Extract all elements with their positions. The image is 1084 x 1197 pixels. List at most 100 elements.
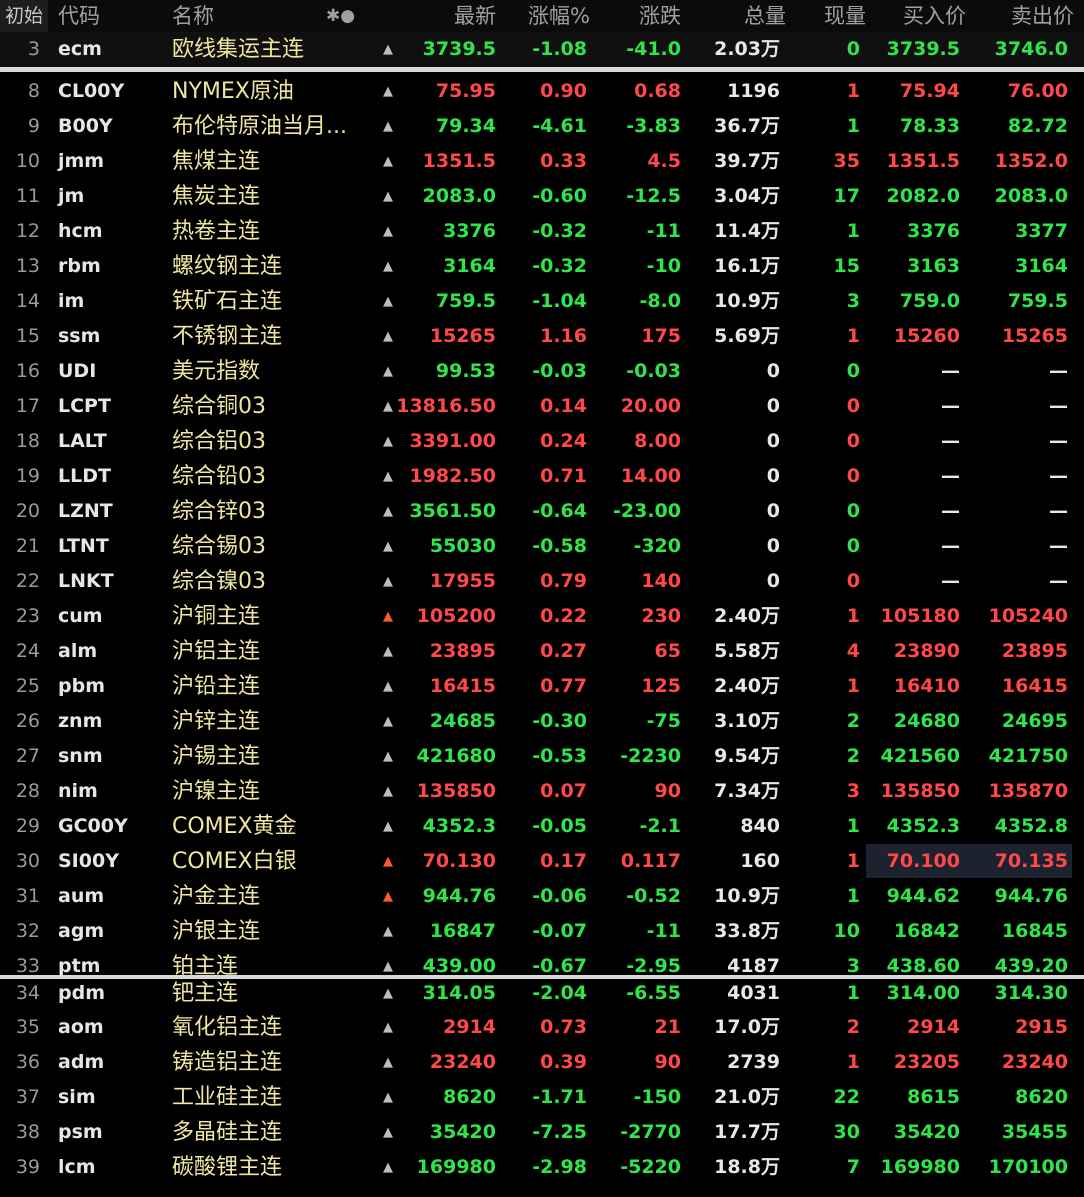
table-row[interactable]: 25 pbm 沪铅主连 ▲ 16415 0.77 125 2.40万 1 16410 16415 [0, 669, 1084, 704]
bell-icon[interactable]: ▲ [378, 249, 398, 284]
table-row[interactable]: 23 cum 沪铜主连 ▲ 105200 0.22 230 2.40万 1 105180 10524… [0, 599, 1084, 634]
table-row[interactable]: 3 ecm 欧线集运主连 ▲ 3739.5 -1.08 -41.0 2.03万 0 3739.5 3… [0, 32, 1084, 67]
table-row[interactable]: 12 hcm 热卷主连 ▲ 3376 -0.32 -11 11.4万 1 3376 3377 [0, 214, 1084, 249]
table-row[interactable]: 31 aum 沪金主连 ▲ 944.76 -0.06 -0.52 10.9万 1 944.62 94… [0, 879, 1084, 914]
table-row[interactable]: 22 LNKT 综合镍03 ▲ 17955 0.79 140 0 0 — — [0, 564, 1084, 599]
bell-icon[interactable]: ▲ [378, 914, 398, 949]
bell-icon[interactable]: ▲ [378, 284, 398, 319]
bell-icon[interactable]: ▲ [378, 1045, 398, 1080]
bid-price: 169980 [880, 1156, 960, 1178]
col-code[interactable]: 代码 [58, 0, 100, 32]
total-volume: 0 [766, 430, 780, 452]
ask-price: 170100 [988, 1156, 1068, 1178]
bell-icon[interactable]: ▲ [378, 1115, 398, 1150]
bell-icon[interactable]: ▲ [378, 144, 398, 179]
table-row[interactable]: 34 pdm 钯主连 ▲ 314.05 -2.04 -6.55 4031 1 314.00 314.… [0, 976, 1084, 1011]
col-vol[interactable]: 总量 [744, 0, 786, 32]
bell-icon[interactable]: ▲ [378, 459, 398, 494]
current-volume: 1 [846, 850, 860, 872]
last-price: 105200 [416, 605, 496, 627]
col-chg[interactable]: 涨跌 [639, 0, 681, 32]
change-percent: -0.05 [532, 815, 587, 837]
bid-price: 23890 [893, 640, 960, 662]
col-pct[interactable]: 涨幅% [528, 0, 590, 32]
table-row[interactable]: 32 agm 沪银主连 ▲ 16847 -0.07 -11 33.8万 10 16842 16845 [0, 914, 1084, 949]
bid-price: 944.62 [886, 885, 960, 907]
bell-icon[interactable]: ▲ [378, 809, 398, 844]
bell-icon[interactable]: ▲ [378, 1150, 398, 1185]
col-bid[interactable]: 买入价 [903, 0, 966, 32]
table-row[interactable]: 10 jmm 焦煤主连 ▲ 1351.5 0.33 4.5 39.7万 35 1351.5 1352… [0, 144, 1084, 179]
table-row[interactable]: 16 UDI 美元指数 ▲ 99.53 -0.03 -0.03 0 0 — — [0, 354, 1084, 389]
table-row[interactable]: 13 rbm 螺纹钢主连 ▲ 3164 -0.32 -10 16.1万 15 3163 3164 [0, 249, 1084, 284]
bell-icon[interactable]: ▲ [378, 319, 398, 354]
bid-price: 78.33 [899, 115, 960, 137]
bid-price: — [941, 570, 960, 592]
table-row[interactable]: 21 LTNT 综合锡03 ▲ 55030 -0.58 -320 0 0 — — [0, 529, 1084, 564]
bid-price: 16410 [893, 675, 960, 697]
change-percent: -0.64 [532, 500, 587, 522]
symbol-code: cum [58, 605, 103, 627]
bell-icon[interactable]: ▲ [378, 494, 398, 529]
table-row[interactable]: 18 LALT 综合铝03 ▲ 3391.00 0.24 8.00 0 0 — — [0, 424, 1084, 459]
current-volume: 1 [846, 115, 860, 137]
bell-icon[interactable]: ▲ [378, 976, 398, 1011]
table-row[interactable]: 36 adm 铸造铝主连 ▲ 23240 0.39 90 2739 1 23205 23240 [0, 1045, 1084, 1080]
table-row[interactable]: 28 nim 沪镍主连 ▲ 135850 0.07 90 7.34万 3 135850 135870 [0, 774, 1084, 809]
col-last[interactable]: 最新 [454, 0, 496, 32]
table-row[interactable]: 8 CL00Y NYMEX原油 ▲ 75.95 0.90 0.68 1196 1 75.94 76.… [0, 74, 1084, 109]
bell-icon[interactable]: ▲ [378, 214, 398, 249]
bid-price: — [941, 360, 960, 382]
bell-icon[interactable]: ▲ [378, 32, 398, 67]
table-row[interactable]: 14 im 铁矿石主连 ▲ 759.5 -1.04 -8.0 10.9万 3 759.0 759.5 [0, 284, 1084, 319]
bell-active-icon[interactable]: ▲ [378, 599, 398, 634]
col-extra-icon[interactable]: ✱● [326, 0, 355, 32]
bell-icon[interactable]: ▲ [378, 774, 398, 809]
bell-icon[interactable]: ▲ [378, 529, 398, 564]
bell-icon[interactable]: ▲ [378, 1080, 398, 1115]
current-volume: 1 [846, 220, 860, 242]
bell-icon[interactable]: ▲ [378, 424, 398, 459]
table-row[interactable]: 37 sim 工业硅主连 ▲ 8620 -1.71 -150 21.0万 22 8615 8620 [0, 1080, 1084, 1115]
col-name[interactable]: 名称 [172, 0, 214, 32]
bell-icon[interactable]: ▲ [378, 389, 398, 424]
bid-price: — [941, 500, 960, 522]
bell-icon[interactable]: ▲ [378, 74, 398, 109]
table-row[interactable]: 38 psm 多晶硅主连 ▲ 35420 -7.25 -2770 17.7万 30 35420 35… [0, 1115, 1084, 1150]
table-row[interactable]: 15 ssm 不锈钢主连 ▲ 15265 1.16 175 5.69万 1 15260 15265 [0, 319, 1084, 354]
bell-icon[interactable]: ▲ [378, 354, 398, 389]
bell-icon[interactable]: ▲ [378, 564, 398, 599]
contract-name: 热卷主连 [172, 219, 261, 244]
table-row[interactable]: 19 LLDT 综合铅03 ▲ 1982.50 0.71 14.00 0 0 — — [0, 459, 1084, 494]
change-value: 125 [641, 675, 681, 697]
bell-icon[interactable]: ▲ [378, 179, 398, 214]
table-row[interactable]: 29 GC00Y COMEX黄金 ▲ 4352.3 -0.05 -2.1 840 1 4352.3… [0, 809, 1084, 844]
table-row[interactable]: 27 snm 沪锡主连 ▲ 421680 -0.53 -2230 9.54万 2 421560 42… [0, 739, 1084, 774]
bid-price: 759.0 [899, 290, 960, 312]
table-row[interactable]: 20 LZNT 综合锌03 ▲ 3561.50 -0.64 -23.00 0 0 — — [0, 494, 1084, 529]
bell-icon[interactable]: ▲ [378, 1010, 398, 1045]
table-row[interactable]: 26 znm 沪锌主连 ▲ 24685 -0.30 -75 3.10万 2 24680 24695 [0, 704, 1084, 739]
bell-icon[interactable]: ▲ [378, 109, 398, 144]
ask-price: 35455 [1001, 1121, 1068, 1143]
table-row[interactable]: 9 B00Y 布伦特原油当月... ▲ 79.34 -4.61 -3.83 36.7万 1 78.… [0, 109, 1084, 144]
bid-price: 2914 [907, 1016, 960, 1038]
bell-active-icon[interactable]: ▲ [378, 844, 398, 879]
table-row[interactable]: 30 SI00Y COMEX白银 ▲ 70.130 0.17 0.117 160 1 70.100… [0, 844, 1084, 879]
bell-icon[interactable]: ▲ [378, 669, 398, 704]
total-volume: 10.9万 [714, 290, 780, 312]
table-row[interactable]: 24 alm 沪铝主连 ▲ 23895 0.27 65 5.58万 4 23890 23895 [0, 634, 1084, 669]
init-button[interactable]: 初始 [0, 0, 48, 32]
bell-icon[interactable]: ▲ [378, 704, 398, 739]
table-row[interactable]: 35 aom 氧化铝主连 ▲ 2914 0.73 21 17.0万 2 2914 2915 [0, 1010, 1084, 1045]
current-volume: 1 [846, 675, 860, 697]
col-cur[interactable]: 现量 [824, 0, 866, 32]
table-row[interactable]: 39 lcm 碳酸锂主连 ▲ 169980 -2.98 -5220 18.8万 7 169980 1… [0, 1150, 1084, 1185]
table-row[interactable]: 11 jm 焦炭主连 ▲ 2083.0 -0.60 -12.5 3.04万 17 2082.0 20… [0, 179, 1084, 214]
bell-icon[interactable]: ▲ [378, 739, 398, 774]
table-row[interactable]: 17 LCPT 综合铜03 ▲ 13816.50 0.14 20.00 0 0 — — [0, 389, 1084, 424]
bell-active-icon[interactable]: ▲ [378, 879, 398, 914]
col-ask[interactable]: 卖出价 [1011, 0, 1074, 32]
change-percent: -1.71 [532, 1086, 587, 1108]
bell-icon[interactable]: ▲ [378, 634, 398, 669]
